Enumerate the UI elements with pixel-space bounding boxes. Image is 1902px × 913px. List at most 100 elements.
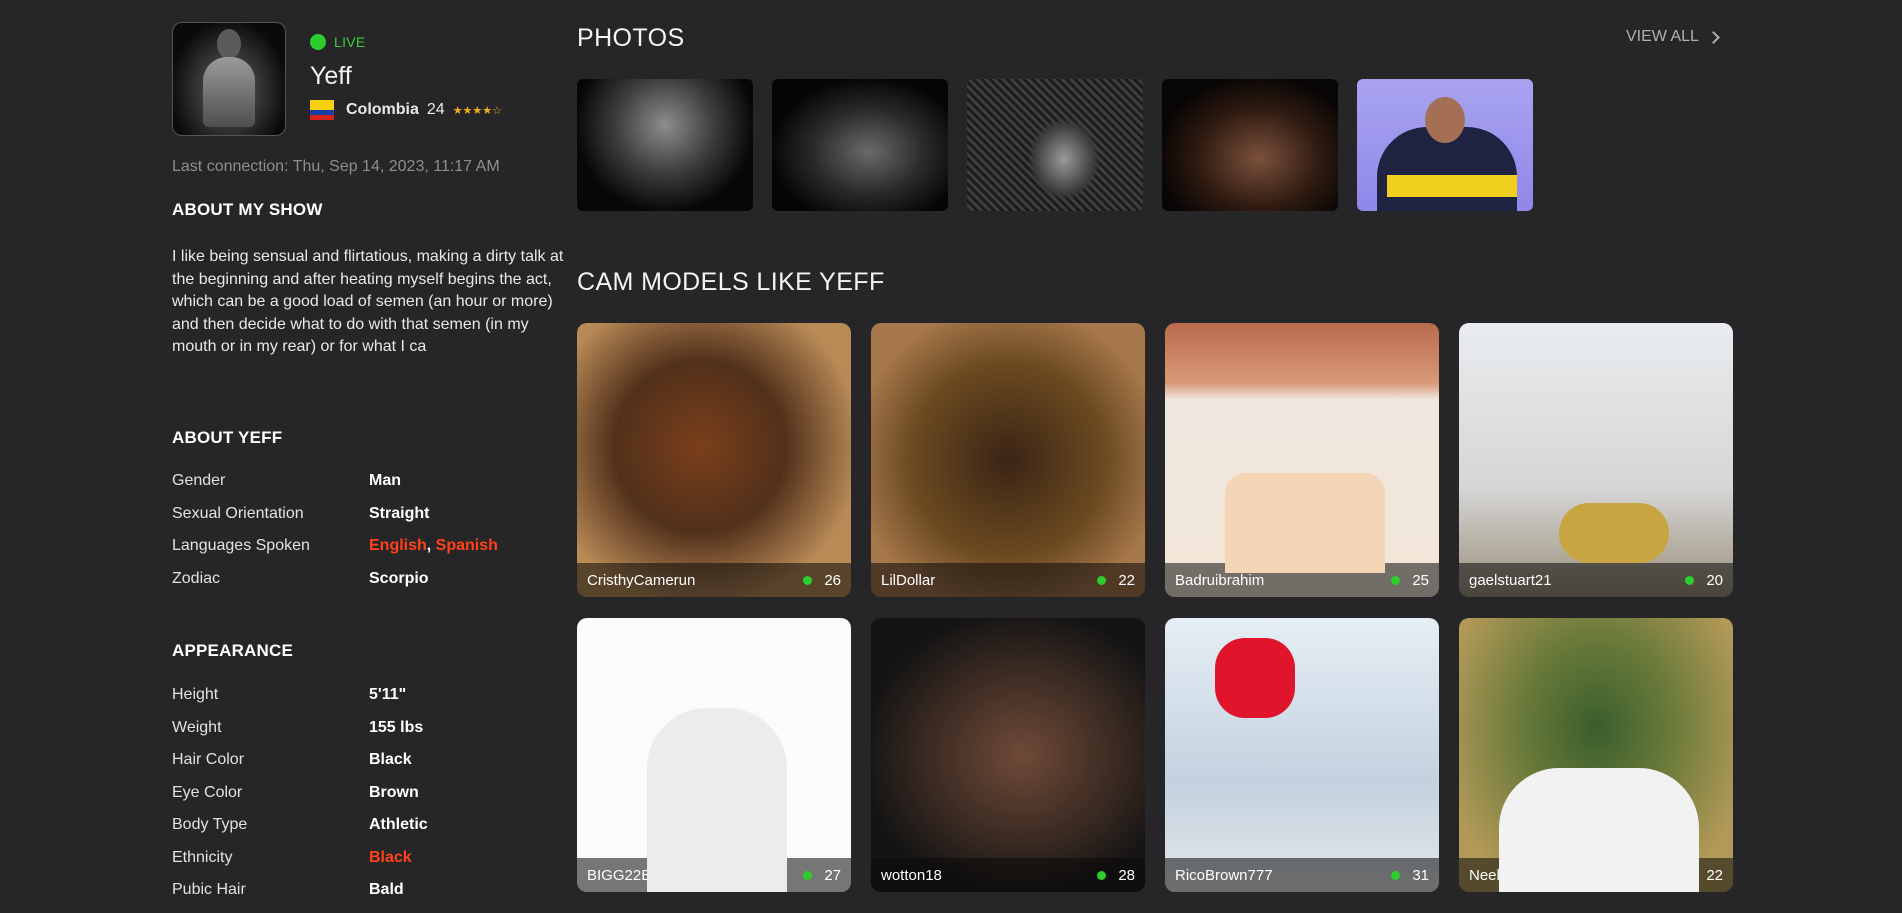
info-row: Zodiac Scorpio: [172, 563, 572, 596]
face-shape: [1425, 97, 1465, 143]
avatar-head-shape: [217, 29, 241, 59]
photo-thumbnail[interactable]: [577, 79, 753, 211]
model-card-label: CristhyCamerun 26: [577, 563, 851, 597]
info-key: Languages Spoken: [172, 537, 310, 555]
model-card-name: LilDollar: [881, 571, 936, 589]
info-key: Height: [172, 686, 219, 704]
model-card[interactable]: wotton18 28: [871, 618, 1145, 892]
info-value: 5'11": [369, 686, 407, 704]
info-value: Bald: [369, 881, 404, 899]
info-key: Pubic Hair: [172, 881, 246, 899]
live-status: LIVE: [310, 34, 366, 50]
model-card-name: wotton18: [881, 866, 942, 884]
info-row: Height 5'11": [172, 679, 572, 712]
online-dot-icon: [803, 575, 813, 585]
info-value: Black: [369, 751, 412, 769]
model-meta: Colombia 24 ★★★★☆: [310, 100, 502, 120]
view-all-link[interactable]: VIEW ALL: [1626, 28, 1720, 46]
model-card-label: NeekoBull 22: [1459, 858, 1733, 892]
photo-thumbnail[interactable]: [1357, 79, 1533, 211]
similar-models-heading: CAM MODELS LIKE YEFF: [577, 268, 885, 296]
live-label: LIVE: [334, 34, 366, 50]
model-card-label: BIGG22BLACKCOOK 27: [577, 858, 851, 892]
model-card-name: RicoBrown777: [1175, 866, 1273, 884]
online-dot-icon: [1097, 870, 1107, 880]
model-card[interactable]: BIGG22BLACKCOOK 27: [577, 618, 851, 892]
model-card-age: 22: [1706, 866, 1723, 884]
info-value: Brown: [369, 783, 419, 801]
profile-avatar[interactable]: [172, 22, 286, 136]
chevron-right-icon: [1707, 30, 1720, 44]
online-dot-icon: [1391, 575, 1401, 585]
model-card-age: 22: [1118, 571, 1135, 589]
info-value: Athletic: [369, 816, 428, 834]
live-dot-icon: [310, 34, 326, 50]
model-card-label: LilDollar 22: [871, 563, 1145, 597]
info-key: Eye Color: [172, 783, 243, 801]
photo-strip: [577, 79, 1533, 211]
info-row: Eye Color Brown: [172, 777, 572, 810]
about-model-heading: ABOUT YEFF: [172, 428, 283, 447]
photos-heading: PHOTOS: [577, 24, 685, 52]
model-card-age: 26: [824, 571, 841, 589]
online-dot-icon: [1685, 870, 1695, 880]
online-dot-icon: [1391, 870, 1401, 880]
info-key: Weight: [172, 718, 222, 736]
about-show-heading: ABOUT MY SHOW: [172, 200, 323, 219]
photo-thumbnail[interactable]: [1162, 79, 1338, 211]
model-country: Colombia: [346, 101, 419, 118]
photo-thumbnail[interactable]: [772, 79, 948, 211]
model-card-age: 20: [1706, 571, 1723, 589]
info-row: Languages Spoken English, Spanish: [172, 530, 572, 563]
model-card[interactable]: CristhyCamerun 26: [577, 323, 851, 597]
model-card-label: gaelstuart21 20: [1459, 563, 1733, 597]
appearance-heading: APPEARANCE: [172, 641, 294, 660]
model-card-label: wotton18 28: [871, 858, 1145, 892]
model-card[interactable]: gaelstuart21 20: [1459, 323, 1733, 597]
online-dot-icon: [803, 870, 813, 880]
model-card[interactable]: Badruibrahim 25: [1165, 323, 1439, 597]
model-card[interactable]: RicoBrown777 31: [1165, 618, 1439, 892]
last-connection: Last connection: Thu, Sep 14, 2023, 11:1…: [172, 158, 500, 175]
info-value: Straight: [369, 504, 430, 522]
info-row: Sexual Orientation Straight: [172, 498, 572, 531]
photo-thumbnail[interactable]: [967, 79, 1143, 211]
model-card-name: Badruibrahim: [1175, 571, 1265, 589]
model-card-label: Badruibrahim 25: [1165, 563, 1439, 597]
avatar-torso-shape: [203, 57, 255, 127]
model-card-name: CristhyCamerun: [587, 571, 696, 589]
appearance-table: Height 5'11" Weight 155 lbs Hair Color Blac…: [172, 679, 572, 907]
info-value: Man: [369, 472, 401, 490]
model-card[interactable]: LilDollar 22: [871, 323, 1145, 597]
info-key: Zodiac: [172, 569, 221, 587]
info-value: 155 lbs: [369, 718, 424, 736]
ethnicity-link[interactable]: Black: [369, 849, 412, 867]
view-all-label: VIEW ALL: [1626, 28, 1699, 45]
info-row: Pubic Hair Bald: [172, 874, 572, 907]
info-row: Body Type Athletic: [172, 809, 572, 842]
model-card-age: 31: [1412, 866, 1429, 884]
language-link-spanish[interactable]: Spanish: [436, 537, 498, 554]
similar-models-grid: CristhyCamerun 26 LilDollar 22 Badruibrahi…: [577, 323, 1733, 892]
model-card-name: BIGG22BLACKCOOK: [587, 866, 735, 884]
language-link-english[interactable]: English: [369, 537, 427, 554]
model-card-age: 27: [824, 866, 841, 884]
about-show-text: I like being sensual and flirtatious, ma…: [172, 248, 564, 355]
info-value: Scorpio: [369, 569, 429, 587]
info-key: Sexual Orientation: [172, 504, 304, 522]
info-row: Ethnicity Black: [172, 842, 572, 875]
model-card-name: NeekoBull: [1469, 866, 1538, 884]
info-row: Weight 155 lbs: [172, 712, 572, 745]
online-dot-icon: [1097, 575, 1107, 585]
model-card-name: gaelstuart21: [1469, 571, 1552, 589]
model-card[interactable]: NeekoBull 22: [1459, 618, 1733, 892]
model-card-label: RicoBrown777 31: [1165, 858, 1439, 892]
rating-stars-icon: ★★★★☆: [452, 104, 502, 117]
info-key: Body Type: [172, 816, 248, 834]
colombia-flag-icon: [310, 100, 334, 120]
model-card-age: 28: [1118, 866, 1135, 884]
languages-value: English, Spanish: [369, 537, 498, 555]
info-row: Gender Man: [172, 465, 572, 498]
about-model-table: Gender Man Sexual Orientation Straight Lan…: [172, 465, 572, 595]
hoodie-band-shape: [1387, 175, 1517, 197]
